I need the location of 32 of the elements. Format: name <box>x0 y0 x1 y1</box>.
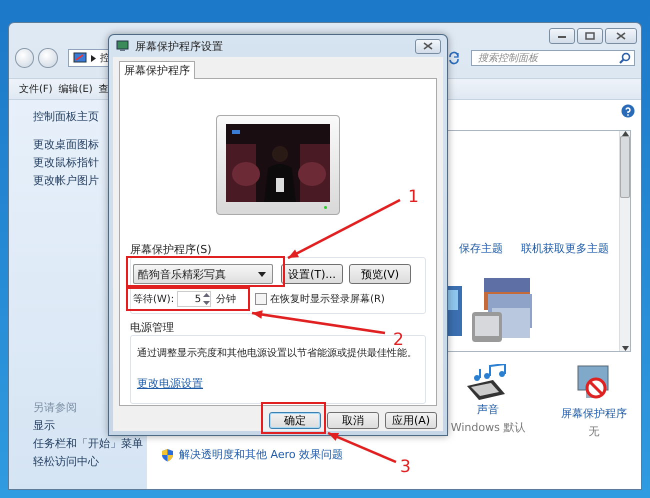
group-label: 电源管理 <box>130 320 174 335</box>
wait-unit: 分钟 <box>216 292 236 306</box>
wait-spinner[interactable]: 5 <box>177 291 212 307</box>
wait-label: 等待(W): <box>133 292 174 306</box>
annotation-number: 3 <box>400 457 411 477</box>
preview-button[interactable]: 预览(V) <box>349 264 411 284</box>
item-value: 无 <box>588 424 600 439</box>
tab[interactable]: 屏幕保护程序 <box>119 61 195 79</box>
dialog-button[interactable]: 确定 <box>269 412 321 429</box>
annotation-number: 1 <box>408 187 419 207</box>
theme-link[interactable]: 保存主题 <box>459 241 503 256</box>
item-label[interactable]: 声音 <box>477 402 499 417</box>
power-description: 通过调整显示亮度和其他电源设置以节省能源或提供最佳性能。 <box>137 346 418 360</box>
menu-item[interactable]: 文件(F) <box>19 82 53 96</box>
dialog-button[interactable]: 应用(A) <box>385 412 437 429</box>
dialog-title: 屏幕保护程序设置 <box>135 38 223 54</box>
item-label[interactable]: 屏幕保护程序 <box>561 406 627 421</box>
menu-item[interactable]: 查 <box>98 82 109 96</box>
search-field[interactable]: 搜索控制面板 <box>471 50 636 66</box>
menu-item[interactable]: 编辑(E) <box>58 82 93 96</box>
see-also-heading: 另请参阅 <box>33 400 78 416</box>
settings-button[interactable]: 设置(T)... <box>281 264 343 284</box>
checkbox-label[interactable]: 在恢复时显示登录屏幕(R) <box>270 292 385 306</box>
sidebar-link[interactable]: 任务栏和「开始」菜单 <box>33 435 147 453</box>
item-value: Windows 默认 <box>450 420 526 435</box>
theme-link[interactable]: 联机获取更多主题 <box>521 241 609 256</box>
group-label: 屏幕保护程序(S) <box>130 242 212 257</box>
sidebar-link[interactable]: 轻松访问中心 <box>33 453 147 471</box>
power-settings-link[interactable]: 更改电源设置 <box>137 376 203 391</box>
dialog-button[interactable]: 取消 <box>327 412 379 429</box>
screensaver-dropdown[interactable]: 酷狗音乐精彩写真 <box>133 264 273 284</box>
aero-troubleshoot-link[interactable]: 解决透明度和其他 Aero 效果问题 <box>179 447 344 462</box>
